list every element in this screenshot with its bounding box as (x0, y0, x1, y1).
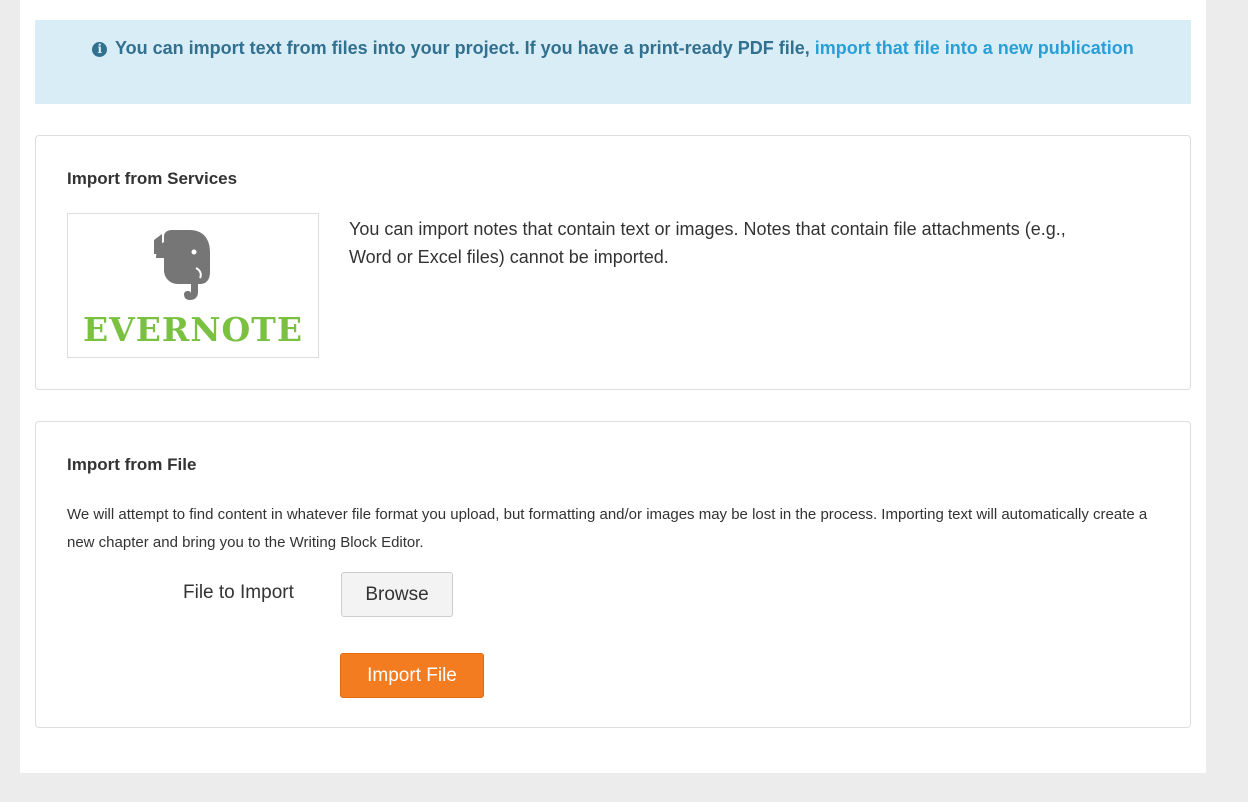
import-page-panel: i You can import text from files into yo… (20, 0, 1206, 773)
info-circle-icon: i (92, 42, 108, 57)
import-new-publication-link[interactable]: import that file into a new publication (815, 38, 1134, 58)
browse-button[interactable]: Browse (341, 572, 453, 617)
info-banner: i You can import text from files into yo… (35, 20, 1191, 104)
services-description: You can import notes that contain text o… (349, 219, 1066, 267)
file-section-title: Import from File (67, 455, 197, 474)
info-banner-text: You can import text from files into your… (114, 38, 810, 58)
file-to-import-label: File to Import (183, 582, 294, 603)
import-from-services-card: Import from Services EVERNOTE You can im… (35, 135, 1191, 390)
import-file-button[interactable]: Import File (340, 653, 484, 698)
evernote-import-tile[interactable]: EVERNOTE (67, 213, 319, 358)
file-import-description: We will attempt to find content in whate… (67, 506, 1148, 551)
services-section-title: Import from Services (67, 169, 238, 188)
import-from-file-card: Import from File We will attempt to find… (35, 421, 1191, 728)
evernote-wordmark: EVERNOTE (83, 310, 303, 349)
elephant-icon (154, 230, 210, 300)
